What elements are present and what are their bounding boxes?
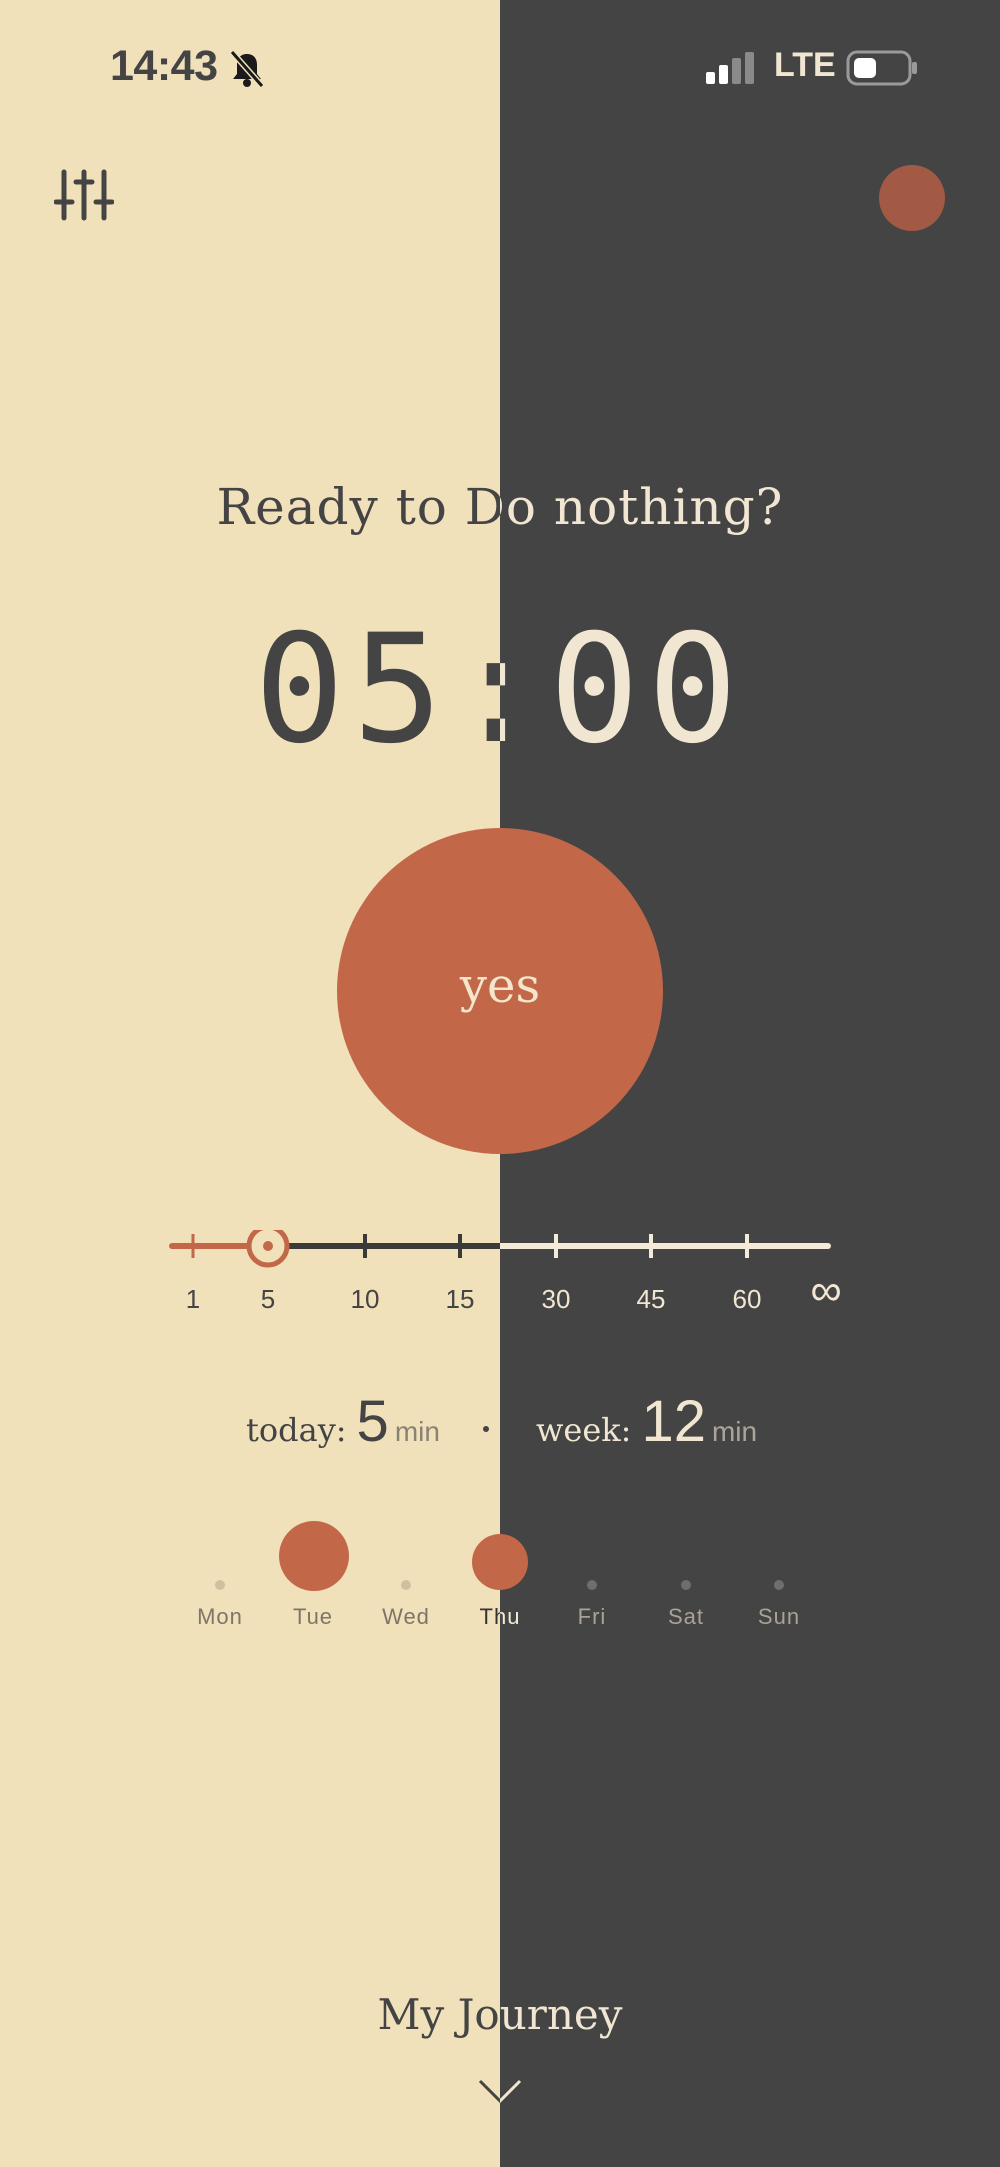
day-label-mon: Mon: [197, 1604, 243, 1629]
tick-label[interactable]: 30: [516, 1284, 596, 1315]
tick-label[interactable]: 60: [707, 1284, 787, 1315]
today-unit: min: [394, 1416, 440, 1447]
tick-label-infinity[interactable]: ∞: [786, 1266, 866, 1316]
status-time: 14:43: [110, 42, 218, 90]
today-value: 5: [356, 1389, 389, 1454]
day-label-fri: Fri: [577, 1604, 607, 1629]
week-value: 12: [641, 1389, 706, 1454]
day-label-wed: Wed: [382, 1604, 430, 1629]
sliders-icon[interactable]: [54, 168, 114, 222]
start-yes-label: yes: [459, 958, 541, 1014]
network-label: LTE: [774, 46, 836, 84]
week-unit: min: [711, 1416, 758, 1447]
tick-label[interactable]: 5: [228, 1284, 308, 1315]
tick-label[interactable]: 15: [420, 1284, 500, 1315]
day-label-sun: Sun: [757, 1604, 801, 1629]
day-bar-tue: [279, 1521, 349, 1591]
signal-icon: [706, 52, 754, 84]
bell-muted-icon: [230, 50, 264, 88]
week-label: week:: [536, 1411, 632, 1449]
day-dot: [774, 1580, 784, 1590]
day-dot: [681, 1580, 691, 1590]
tick-label[interactable]: 1: [153, 1284, 233, 1315]
day-label-sat: Sat: [667, 1604, 705, 1629]
battery-icon: [846, 50, 917, 86]
today-label: today:: [246, 1411, 347, 1449]
day-label-tue: Tue: [292, 1604, 334, 1629]
tick-label[interactable]: 45: [611, 1284, 691, 1315]
day-dot: [587, 1580, 597, 1590]
day-dot: [401, 1580, 411, 1590]
day-dot: [215, 1580, 225, 1590]
separator-dot: [483, 1426, 489, 1432]
today-stat: today: 5 min: [246, 1388, 440, 1455]
tick-label[interactable]: 10: [325, 1284, 405, 1315]
week-stat: week: 12 min: [536, 1388, 757, 1455]
profile-button[interactable]: [879, 165, 945, 231]
